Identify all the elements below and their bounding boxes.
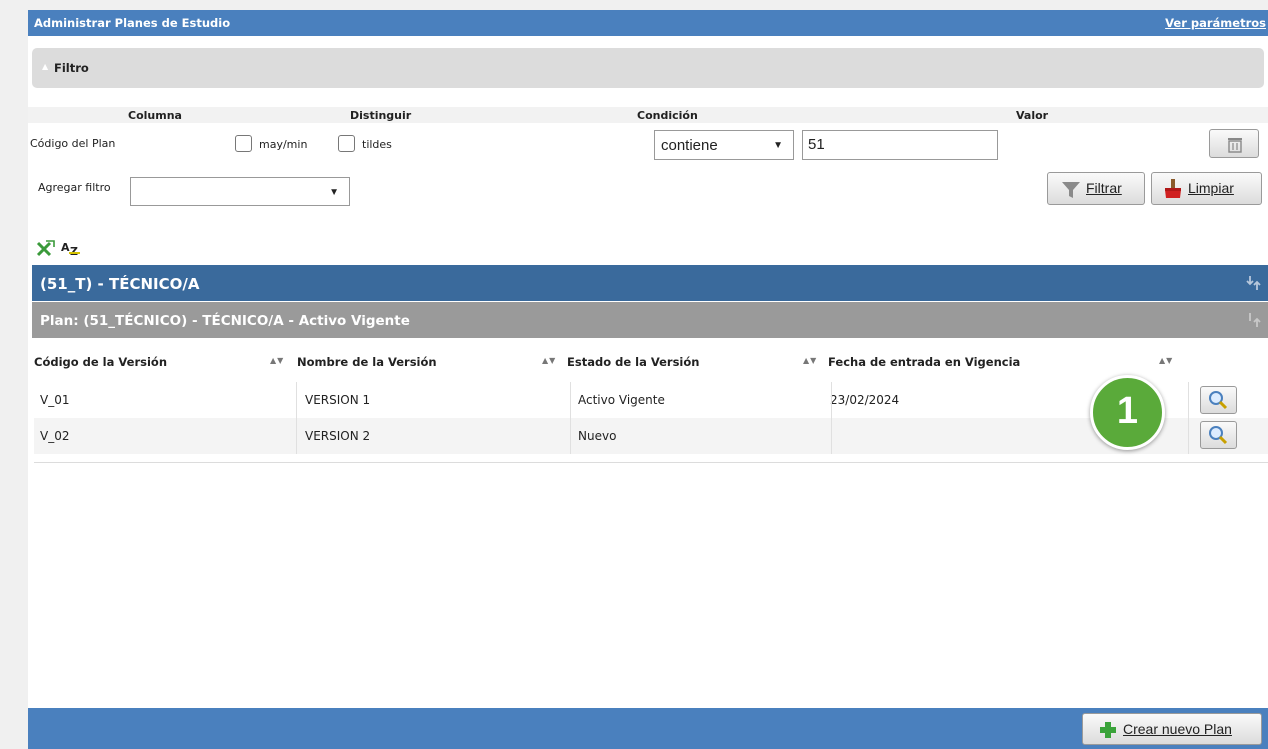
column-header-codigo[interactable]: Código de la Versión xyxy=(34,355,167,369)
filter-button[interactable]: Filtrar xyxy=(1047,172,1145,205)
add-filter-label: Agregar filtro xyxy=(38,181,111,194)
broom-icon xyxy=(1165,179,1181,198)
funnel-icon xyxy=(1062,182,1080,198)
sort-arrows-icon[interactable]: ▲▼ xyxy=(270,356,284,365)
condition-select-value: contiene xyxy=(661,137,718,154)
cell-estado: Nuevo xyxy=(578,429,617,443)
value-input[interactable]: 51 xyxy=(802,130,998,160)
accents-label: tildes xyxy=(362,138,392,151)
cell-nombre: VERSION 1 xyxy=(305,393,371,407)
column-header-estado[interactable]: Estado de la Versión xyxy=(567,355,699,369)
cell-estado: Activo Vigente xyxy=(578,393,665,407)
ver-parametros-link[interactable]: Ver parámetros xyxy=(1165,16,1266,30)
case-sensitive-label: may/min xyxy=(259,138,308,151)
view-version-button[interactable] xyxy=(1200,421,1237,449)
magnifier-icon xyxy=(1209,426,1228,445)
cell-nombre: VERSION 2 xyxy=(305,429,371,443)
case-sensitive-checkbox[interactable] xyxy=(235,135,252,152)
collapse-caret-icon: ▲ xyxy=(42,62,49,71)
sort-az-icon[interactable]: A Z xyxy=(60,239,82,257)
group-title: (51_T) - TÉCNICO/A xyxy=(40,275,200,293)
table-header: Código de la Versión ▲▼ Nombre de la Ver… xyxy=(34,343,1268,381)
table-bottom-divider xyxy=(34,462,1268,463)
filter-toggle-bar[interactable]: ▲ Filtro xyxy=(32,48,1264,88)
filter-column-name: Código del Plan xyxy=(30,137,116,150)
add-filter-select[interactable]: ▼ xyxy=(130,177,350,206)
group-header[interactable]: (51_T) - TÉCNICO/A xyxy=(32,265,1268,301)
column-header-fecha[interactable]: Fecha de entrada en Vigencia xyxy=(828,355,1020,369)
filter-row: Código del Plan may/min tildes contiene … xyxy=(28,123,1268,165)
accents-checkbox[interactable] xyxy=(338,135,355,152)
magnifier-icon xyxy=(1209,391,1228,410)
svg-text:Z: Z xyxy=(70,245,78,257)
view-version-button[interactable] xyxy=(1200,386,1237,414)
footer-bar: Crear nuevo Plan xyxy=(28,708,1268,749)
filter-header: Columna Distinguir Condición Valor xyxy=(28,107,1268,123)
table-row: V_01 VERSION 1 Activo Vigente 23/02/2024 xyxy=(34,382,1268,418)
plan-header[interactable]: Plan: (51_TÉCNICO) - TÉCNICO/A - Activo … xyxy=(32,302,1268,338)
step-badge: 1 xyxy=(1090,375,1165,450)
plan-title: Plan: (51_TÉCNICO) - TÉCNICO/A - Activo … xyxy=(40,313,410,329)
condition-select[interactable]: contiene ▼ xyxy=(654,130,794,160)
clear-button[interactable]: Limpiar xyxy=(1151,172,1262,205)
sort-arrows-icon[interactable]: ▲▼ xyxy=(542,356,556,365)
create-plan-button[interactable]: Crear nuevo Plan xyxy=(1082,713,1262,745)
header-condicion: Condición xyxy=(637,109,698,122)
svg-text:A: A xyxy=(61,241,70,254)
table-row: V_02 VERSION 2 Nuevo xyxy=(34,418,1268,454)
value-input-text: 51 xyxy=(808,136,825,153)
filter-toggle-label: Filtro xyxy=(54,61,89,75)
delete-filter-button[interactable] xyxy=(1209,129,1259,158)
app-window: Administrar Planes de Estudio Ver paráme… xyxy=(28,10,1268,749)
header-columna: Columna xyxy=(128,109,182,122)
trash-icon xyxy=(1228,138,1242,153)
filter-button-label: Filtrar xyxy=(1086,180,1122,196)
chevron-down-icon: ▼ xyxy=(329,187,339,198)
header-distinguir: Distinguir xyxy=(350,109,412,122)
chevron-down-icon: ▼ xyxy=(773,140,783,151)
sort-arrows-icon[interactable]: ▲▼ xyxy=(803,356,817,365)
page-title: Administrar Planes de Estudio xyxy=(34,16,231,30)
sort-arrows-icon[interactable]: ▲▼ xyxy=(1159,356,1173,365)
header-valor: Valor xyxy=(1016,109,1049,122)
cell-fecha: 23/02/2024 xyxy=(830,393,900,407)
expand-collapse-icon[interactable] xyxy=(1246,274,1262,292)
expand-collapse-icon[interactable] xyxy=(1246,311,1262,329)
cell-codigo: V_02 xyxy=(40,429,70,443)
clear-button-label: Limpiar xyxy=(1188,180,1234,196)
excel-export-icon[interactable] xyxy=(36,239,58,257)
header-bar: Administrar Planes de Estudio Ver paráme… xyxy=(28,10,1268,36)
plus-icon xyxy=(1100,722,1116,738)
column-header-nombre[interactable]: Nombre de la Versión xyxy=(297,355,437,369)
cell-codigo: V_01 xyxy=(40,393,70,407)
create-plan-label: Crear nuevo Plan xyxy=(1123,721,1232,737)
